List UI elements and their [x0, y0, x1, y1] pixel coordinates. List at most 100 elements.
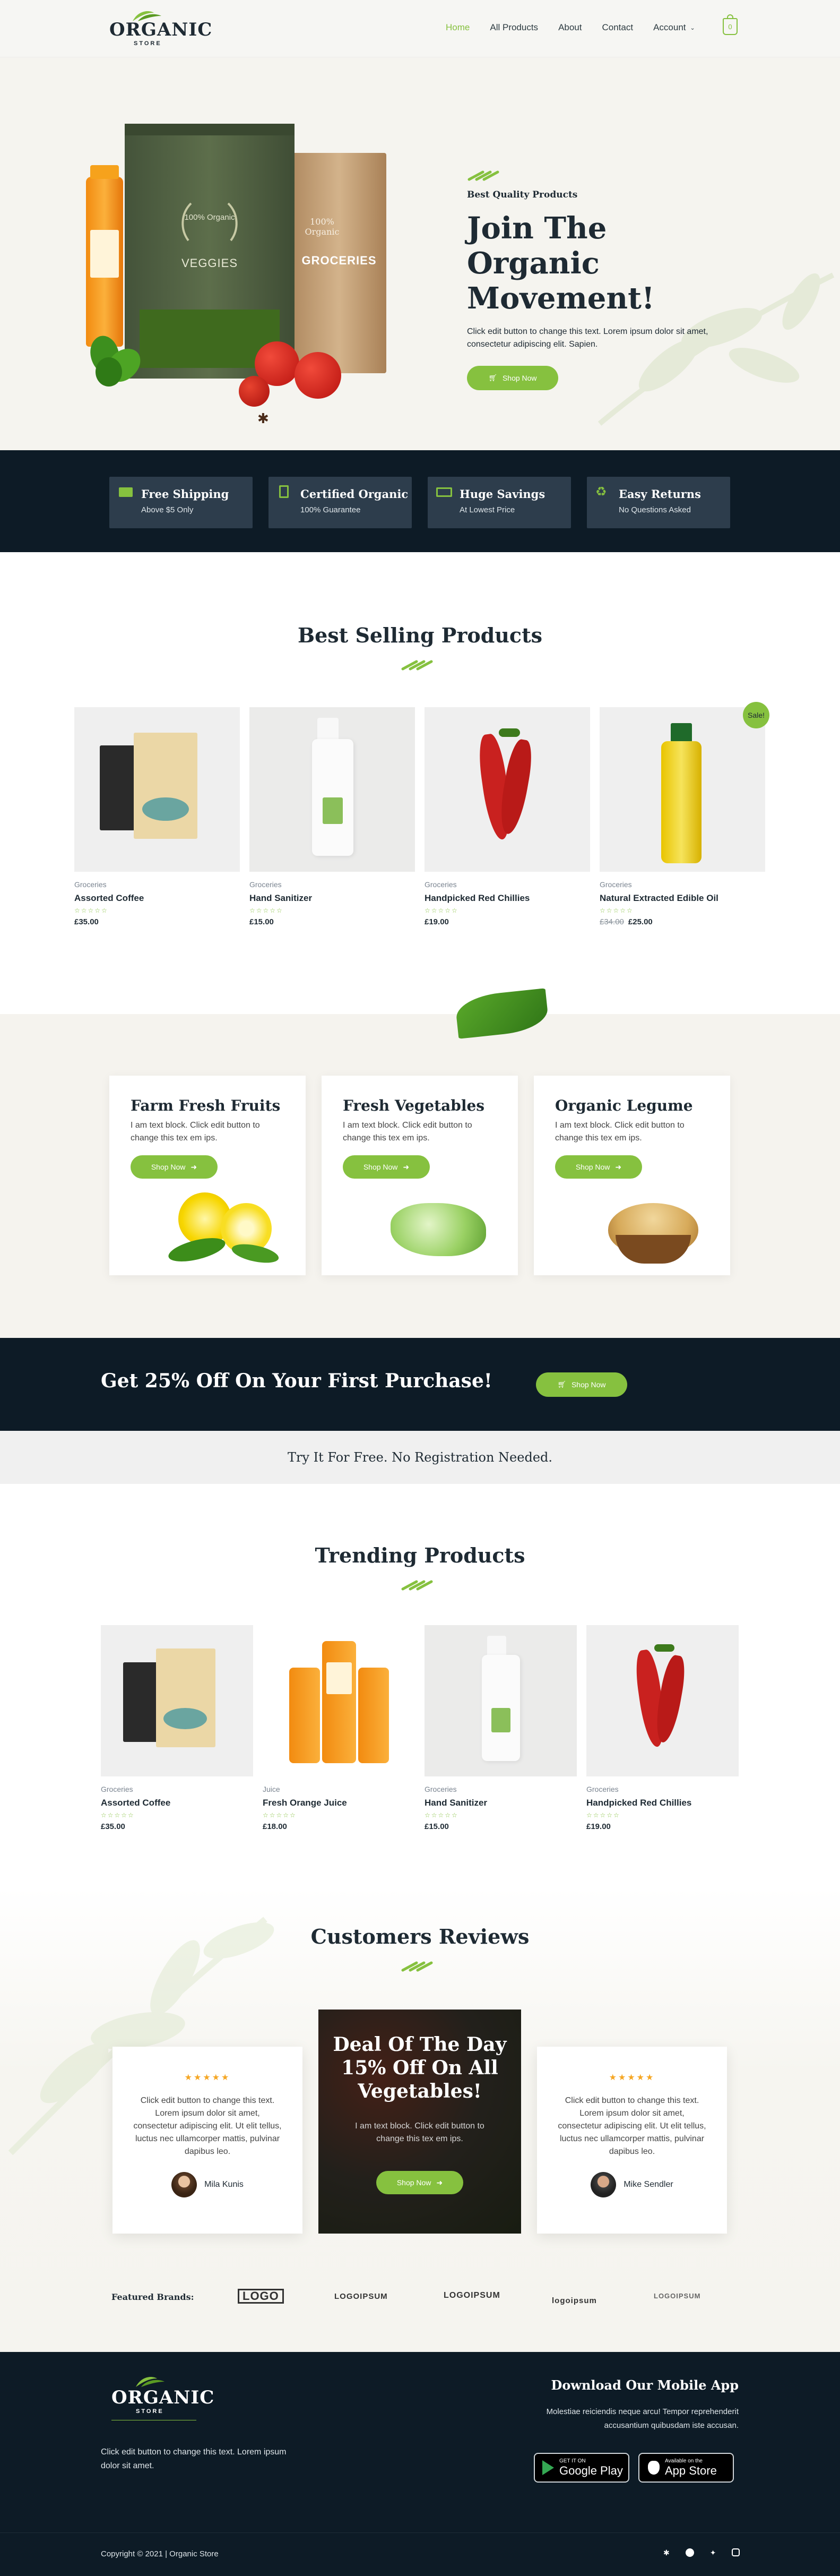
facebook-icon[interactable] — [685, 2548, 694, 2557]
reviewer-name: Mila Kunis — [204, 2180, 244, 2189]
leaf-logo-icon — [136, 2377, 164, 2387]
recycle-icon: ♻ — [595, 485, 607, 499]
google-play-button[interactable]: GET IT ON Google Play — [534, 2453, 629, 2483]
product-card[interactable]: Juice Fresh Orange Juice ☆☆☆☆☆ £18.00 — [263, 1625, 415, 1831]
chevron-down-icon: ⌄ — [690, 24, 695, 31]
product-card[interactable]: Groceries Assorted Coffee ☆☆☆☆☆ £35.00 — [74, 707, 240, 926]
product-image-orange-juice — [263, 1625, 415, 1776]
yelp-icon[interactable]: ✱ — [663, 2548, 670, 2557]
product-name[interactable]: Handpicked Red Chillies — [425, 893, 590, 904]
nav-contact[interactable]: Contact — [602, 22, 634, 33]
product-name[interactable]: Handpicked Red Chillies — [586, 1798, 739, 1808]
brand-logo-5[interactable]: LOGOIPSUM — [654, 2292, 700, 2300]
category-desc: I am text block. Click edit button to ch… — [131, 1121, 260, 1143]
arrow-right-icon: ➜ — [190, 1162, 197, 1171]
features-bar: Free Shipping Above $5 Only Certified Or… — [0, 450, 840, 552]
logo-subtext: STORE — [134, 40, 162, 47]
app-store-button[interactable]: Available on the App Store — [638, 2453, 734, 2483]
hero-shop-button[interactable]: 🛒︎ Shop Now — [467, 366, 558, 390]
product-image-coffee — [101, 1625, 253, 1776]
feature-huge-savings: Huge Savings At Lowest Price — [428, 477, 571, 528]
deal-desc: I am text block. Click edit button to ch… — [355, 2122, 484, 2143]
category-card-vegetables: Fresh Vegetables I am text block. Click … — [322, 1076, 518, 1275]
product-card[interactable]: Groceries Handpicked Red Chillies ☆☆☆☆☆ … — [586, 1625, 739, 1831]
product-card[interactable]: Groceries Handpicked Red Chillies ☆☆☆☆☆ … — [425, 707, 590, 926]
hero-product-illustration: 100% Organic GROCERIES 100% Organic VEGG… — [80, 108, 409, 450]
feature-sub: No Questions Asked — [619, 505, 691, 514]
rating-stars: ☆☆☆☆☆ — [101, 1811, 135, 1819]
product-name[interactable]: Hand Sanitizer — [425, 1798, 577, 1808]
google-play-big: Google Play — [559, 2463, 623, 2477]
category-shop-button[interactable]: Shop Now ➜ — [131, 1155, 218, 1179]
cart-count: 0 — [728, 23, 732, 31]
hero-title-line1: Join The Organic — [467, 211, 607, 281]
twitter-icon[interactable]: ✦ — [710, 2548, 716, 2557]
arrow-right-icon: ➜ — [615, 1162, 622, 1171]
cart-button[interactable]: 0 — [723, 14, 738, 35]
promo-banner: Get 25% Off On Your First Purchase! 🛒︎ S… — [0, 1338, 840, 1437]
rating-stars: ☆☆☆☆☆ — [425, 1811, 458, 1819]
rating-stars: ☆☆☆☆☆ — [263, 1811, 297, 1819]
social-links: ✱ ✦ — [663, 2548, 740, 2557]
review-card: ★★★★★ Click edit button to change this t… — [112, 2047, 302, 2234]
nav-about[interactable]: About — [558, 22, 582, 33]
groceries-badge: 100% Organic — [305, 217, 340, 237]
product-price: £15.00 — [425, 1822, 449, 1831]
product-name[interactable]: Natural Extracted Edible Oil — [600, 893, 765, 904]
logo[interactable]: ORGANIC STORE — [106, 8, 212, 48]
review-card: ★★★★★ Click edit button to change this t… — [537, 2047, 727, 2234]
veggies-label: VEGGIES — [181, 256, 238, 270]
juice-bottle-cap — [90, 165, 119, 179]
promo-shop-button[interactable]: 🛒︎ Shop Now — [536, 1372, 627, 1397]
feature-free-shipping: Free Shipping Above $5 Only — [109, 477, 253, 528]
product-card[interactable]: Groceries Assorted Coffee ☆☆☆☆☆ £35.00 — [101, 1625, 253, 1831]
category-card-legume: Organic Legume I am text block. Click ed… — [534, 1076, 730, 1275]
product-name[interactable]: Hand Sanitizer — [249, 893, 415, 904]
rating-stars: ☆☆☆☆☆ — [249, 907, 283, 914]
star-anise: ✱ — [257, 410, 269, 426]
juice-bottle-label — [90, 230, 119, 278]
instagram-icon[interactable] — [732, 2548, 740, 2556]
footer-description: Click edit button to change this text. L… — [101, 2448, 287, 2470]
product-category: Groceries — [425, 880, 457, 889]
leaf-divider-icon — [467, 170, 499, 181]
brand-logo-1[interactable]: LOGO — [238, 2289, 284, 2304]
product-category: Groceries — [586, 1785, 619, 1793]
lettuce-image — [380, 1198, 497, 1261]
reviewer-name: Mike Sendler — [623, 2180, 673, 2189]
product-card[interactable]: Groceries Hand Sanitizer ☆☆☆☆☆ £15.00 — [249, 707, 415, 926]
veggies-bag-seal — [125, 124, 295, 135]
nav-account[interactable]: Account ⌄ — [653, 22, 695, 33]
best-selling-title: Best Selling Products — [297, 623, 543, 647]
nav-all-products[interactable]: All Products — [490, 22, 538, 33]
product-card[interactable]: Groceries Hand Sanitizer ☆☆☆☆☆ £15.00 — [425, 1625, 577, 1831]
brand-logo-3[interactable]: LOGOIPSUM — [444, 2291, 500, 2300]
brand-logo-4[interactable]: logoipsum — [552, 2296, 597, 2305]
laurel-icon — [181, 202, 238, 242]
footer-logo[interactable]: ORGANIC STORE — [109, 2374, 214, 2425]
product-name[interactable]: Fresh Orange Juice — [263, 1798, 415, 1808]
app-store-text: Available on the App Store — [665, 2458, 717, 2478]
category-desc: I am text block. Click edit button to ch… — [343, 1121, 472, 1143]
brand-logo-2[interactable]: LOGOIPSUM — [334, 2292, 388, 2301]
category-shop-button[interactable]: Shop Now ➜ — [555, 1155, 642, 1179]
nav-home[interactable]: Home — [446, 22, 470, 33]
category-shop-button[interactable]: Shop Now ➜ — [343, 1155, 430, 1179]
product-price: £19.00 — [425, 917, 449, 926]
product-name[interactable]: Assorted Coffee — [74, 893, 240, 904]
product-category: Groceries — [249, 880, 282, 889]
lemons-image — [166, 1187, 284, 1267]
product-name[interactable]: Assorted Coffee — [101, 1798, 253, 1808]
rating-stars: ☆☆☆☆☆ — [586, 1811, 620, 1819]
reviews-section: Customers Reviews ★★★★★ Click edit butto… — [0, 1887, 840, 2352]
deal-shop-button[interactable]: Shop Now ➜ — [376, 2171, 463, 2194]
product-card[interactable]: Groceries Natural Extracted Edible Oil ☆… — [600, 707, 765, 926]
hero-content: Best Quality Products Join The Organic M… — [467, 169, 743, 390]
hero-title-line2: Movement! — [467, 281, 655, 316]
product-price: £25.00 — [628, 917, 653, 926]
basil-leaves — [83, 331, 145, 389]
product-old-price: £34.00 — [600, 917, 624, 926]
reviews-title: Customers Reviews — [310, 1925, 530, 1948]
app-store-big: App Store — [665, 2463, 717, 2477]
deal-line3: Vegetables! — [358, 2080, 482, 2102]
